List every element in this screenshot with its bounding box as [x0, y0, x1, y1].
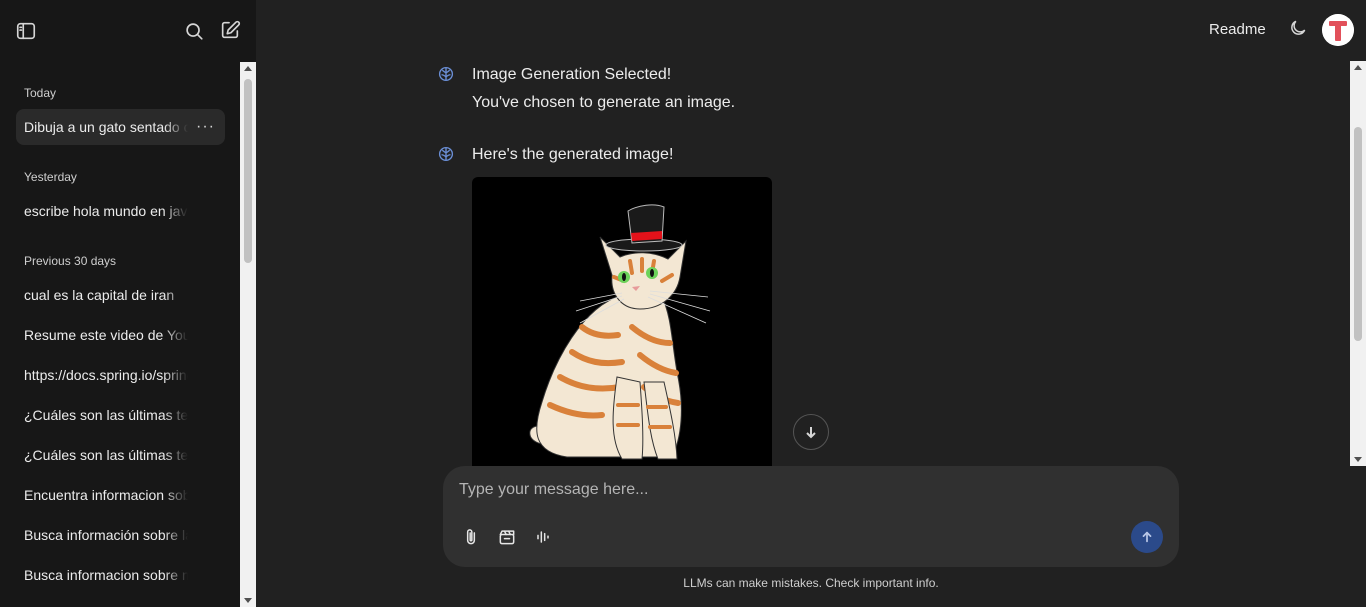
- image-generation-icon[interactable]: [495, 525, 519, 549]
- chat-item[interactable]: ¿Cuáles son las últimas tendencias: [16, 397, 225, 433]
- chat-history-list: Today Dibuja a un gato sentado con sombr…: [0, 62, 240, 607]
- app-root: Today Dibuja a un gato sentado con sombr…: [0, 0, 1366, 607]
- scrollbar-thumb[interactable]: [244, 79, 252, 263]
- disclaimer-text: LLMs can make mistakes. Check important …: [683, 576, 939, 590]
- chat-item[interactable]: Encuentra informacion sobre RAG: [16, 477, 225, 513]
- chat-item[interactable]: Busca información sobre la ética: [16, 517, 225, 553]
- chat-item-label: Busca informacion sobre multi agentes: [24, 567, 188, 583]
- message-input[interactable]: [459, 478, 1139, 502]
- chat-item[interactable]: escribe hola mundo en java: [16, 193, 225, 229]
- sidebar-header: [0, 0, 256, 62]
- new-chat-icon[interactable]: [216, 16, 244, 44]
- chat-item-label: Encuentra informacion sobre RAG: [24, 487, 188, 503]
- chat-item-label: Dibuja a un gato sentado con sombrero: [24, 119, 188, 135]
- more-options-icon[interactable]: ···: [196, 109, 215, 145]
- search-icon[interactable]: [180, 17, 208, 45]
- arrow-down-icon: [806, 427, 816, 439]
- section-title-previous-30-days: Previous 30 days: [24, 254, 117, 268]
- chat-item-label: https://docs.spring.io/spring-ai/referen…: [24, 367, 188, 383]
- scroll-up-arrow-icon[interactable]: [1354, 65, 1362, 70]
- chat-item[interactable]: Dibuja a un gato sentado con sombrero ··…: [16, 109, 225, 145]
- message-composer: [443, 466, 1179, 567]
- scroll-to-bottom-button[interactable]: [793, 414, 829, 450]
- section-title-yesterday: Yesterday: [24, 170, 77, 184]
- chat-item-label: Resume este video de YouTube: [24, 327, 188, 343]
- scroll-up-arrow-icon[interactable]: [244, 66, 252, 71]
- sidebar: Today Dibuja a un gato sentado con sombr…: [0, 0, 256, 607]
- chat-item-label: Busca información sobre la ética: [24, 527, 188, 543]
- assistant-brain-icon: [437, 65, 455, 83]
- generated-cat-image: [472, 177, 772, 467]
- section-title-today: Today: [24, 86, 57, 100]
- theme-toggle-moon-icon[interactable]: [1288, 18, 1312, 42]
- assistant-message-line: Image Generation Selected!: [472, 66, 672, 83]
- chat-item[interactable]: ¿Cuáles son las últimas tendencias: [16, 437, 225, 473]
- avatar[interactable]: [1322, 14, 1354, 46]
- attach-paperclip-icon[interactable]: [459, 525, 483, 549]
- chat-item-label: ¿Cuáles son las últimas tendencias: [24, 407, 188, 423]
- main-scrollbar[interactable]: [1350, 61, 1366, 466]
- readme-link[interactable]: Readme: [1209, 21, 1266, 38]
- chat-item[interactable]: cual es la capital de iran: [16, 277, 225, 313]
- scroll-down-arrow-icon[interactable]: [244, 598, 252, 603]
- voice-waveform-icon[interactable]: [531, 525, 555, 549]
- arrow-up-icon: [1142, 531, 1152, 543]
- assistant-message-line: Here's the generated image!: [472, 146, 674, 163]
- chat-item[interactable]: Resume este video de YouTube: [16, 317, 225, 353]
- sidebar-scrollbar[interactable]: [240, 62, 256, 607]
- send-button[interactable]: [1131, 521, 1163, 553]
- assistant-message-line: You've chosen to generate an image.: [472, 94, 736, 111]
- chat-item[interactable]: https://docs.spring.io/spring-ai/referen…: [16, 357, 225, 393]
- sidebar-toggle-icon[interactable]: [12, 17, 40, 45]
- chat-item[interactable]: Busca informacion sobre multi agentes: [16, 557, 225, 593]
- scrollbar-thumb[interactable]: [1354, 127, 1362, 341]
- chat-item-label: ¿Cuáles son las últimas tendencias: [24, 447, 188, 463]
- chat-item-label: escribe hola mundo en java: [24, 203, 188, 219]
- assistant-brain-icon: [437, 145, 455, 163]
- scroll-down-arrow-icon[interactable]: [1354, 457, 1362, 462]
- chat-item-label: cual es la capital de iran: [24, 287, 175, 303]
